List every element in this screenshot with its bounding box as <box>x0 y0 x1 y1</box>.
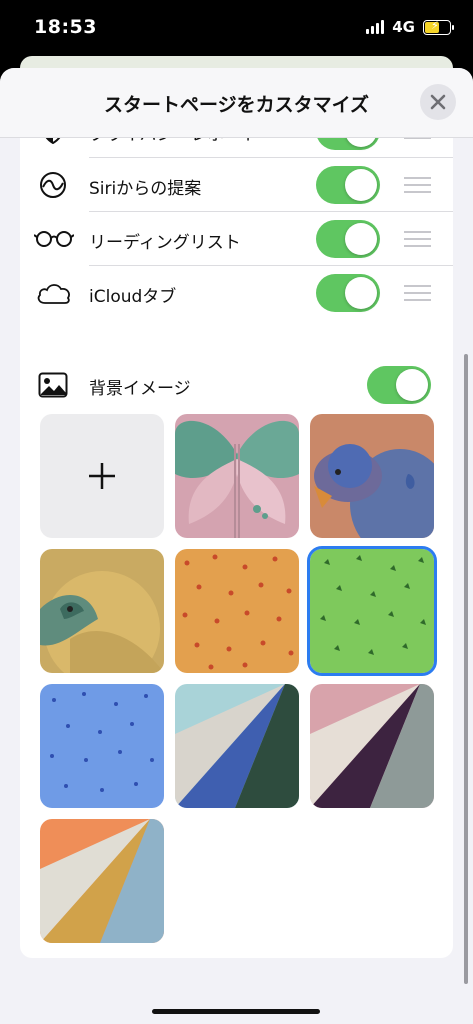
photo-icon <box>38 370 68 400</box>
background-tile-parrot[interactable] <box>40 549 164 673</box>
status-time: 18:53 <box>34 16 97 38</box>
background-image-row: 背景イメージ <box>20 358 453 412</box>
close-icon <box>430 94 446 110</box>
section-label: リーディングリスト <box>89 233 241 253</box>
close-button[interactable] <box>420 84 456 120</box>
reorder-handle-icon[interactable] <box>404 177 431 193</box>
section-row-siri-suggestions: Siriからの提案 <box>20 158 453 212</box>
section-row-icloud-tabs: iCloudタブ <box>20 266 453 320</box>
scrollbar[interactable] <box>464 354 468 984</box>
sections-card: プライバシーレポート Siriからの提案 リーディングリスト <box>20 118 453 398</box>
cellular-signal-icon <box>366 20 385 34</box>
siri-suggestions-icon <box>38 170 68 200</box>
sheet-header: スタートページをカスタマイズ <box>0 68 473 138</box>
sheet-title: スタートページをカスタマイズ <box>103 94 370 116</box>
background-tile-bear[interactable] <box>310 414 434 538</box>
background-tile-blue-pattern[interactable] <box>40 684 164 808</box>
cloud-icon <box>36 278 72 308</box>
background-image-card: 背景イメージ <box>20 358 453 958</box>
background-tile-orange-gold-folds[interactable] <box>40 819 164 943</box>
section-label: iCloudタブ <box>89 287 177 307</box>
background-tile-butterfly[interactable] <box>175 414 299 538</box>
reading-list-toggle[interactable] <box>316 220 380 258</box>
plus-icon <box>89 463 115 489</box>
background-tile-teal-blue-folds[interactable] <box>175 684 299 808</box>
siri-suggestions-toggle[interactable] <box>316 166 380 204</box>
status-bar: 18:53 4G ⚡ <box>0 0 473 58</box>
add-background-button[interactable] <box>40 414 164 538</box>
reorder-handle-icon[interactable] <box>404 285 431 301</box>
home-indicator[interactable] <box>152 1009 320 1014</box>
background-tile-pink-purple-folds[interactable] <box>310 684 434 808</box>
icloud-tabs-toggle[interactable] <box>316 274 380 312</box>
status-indicators: 4G ⚡ <box>366 18 454 36</box>
background-tile-green-pattern[interactable] <box>307 546 437 676</box>
background-tile-orange-pattern[interactable] <box>175 549 299 673</box>
battery-icon: ⚡ <box>423 19 454 35</box>
glasses-icon <box>34 224 74 254</box>
section-row-reading-list: リーディングリスト <box>20 212 453 266</box>
background-image-toggle[interactable] <box>367 366 431 404</box>
reorder-handle-icon[interactable] <box>404 231 431 247</box>
customize-sheet: プライバシーレポート Siriからの提案 リーディングリスト <box>0 68 473 1024</box>
background-image-label: 背景イメージ <box>89 379 191 399</box>
section-label: Siriからの提案 <box>89 179 202 199</box>
network-type: 4G <box>392 18 415 36</box>
